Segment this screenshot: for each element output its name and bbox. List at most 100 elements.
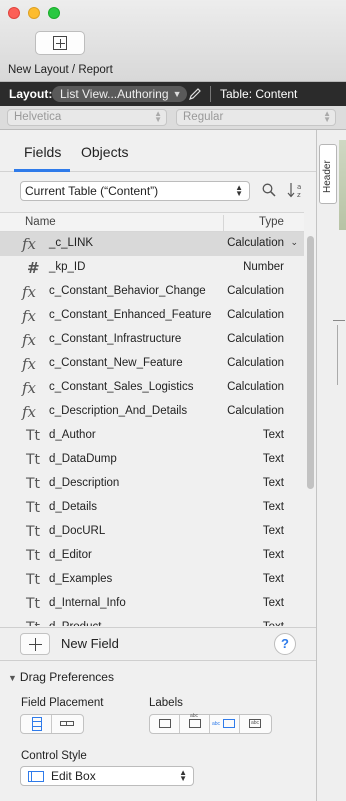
- edit-box-icon: [28, 771, 44, 782]
- layout-bar: Layout: List View...Authoring ▼ Table: C…: [0, 82, 346, 106]
- labels-label: Labels: [149, 697, 183, 709]
- field-row[interactable]: fx c_Constant_New_Feature Calculation: [0, 352, 304, 376]
- updown-icon: ▲ ▼: [179, 768, 187, 783]
- help-button[interactable]: ?: [274, 633, 296, 655]
- vertical-layout-icon: [32, 717, 42, 731]
- search-icon[interactable]: [262, 183, 276, 197]
- column-header-type[interactable]: Type: [259, 216, 284, 228]
- pencil-icon[interactable]: [188, 87, 202, 101]
- scrollbar-thumb[interactable]: [307, 236, 314, 489]
- minimize-window-button[interactable]: [28, 7, 40, 19]
- sort-icon[interactable]: a z: [286, 180, 306, 200]
- drag-preferences-toggle[interactable]: ▼ Drag Preferences: [8, 670, 114, 684]
- title-bar: New Layout / Report: [0, 0, 346, 82]
- drag-preferences: ▼ Drag Preferences Field Placement Labels: [0, 660, 316, 801]
- field-name: d_Details: [49, 501, 97, 513]
- layout-mode-window: New Layout / Report Layout: List View...…: [0, 0, 346, 801]
- calculation-icon: fx: [22, 283, 37, 301]
- header-part-tab[interactable]: Header: [319, 144, 337, 204]
- field-name: c_Constant_Sales_Logistics: [49, 381, 194, 393]
- labels-inside-button[interactable]: [240, 715, 270, 733]
- labels-none-button[interactable]: [150, 715, 180, 733]
- new-layout-button[interactable]: [35, 31, 85, 55]
- field-placement-control: [20, 714, 84, 734]
- layout-selector[interactable]: List View...Authoring ▼: [52, 86, 187, 102]
- field-name: d_Author: [49, 429, 96, 441]
- field-row[interactable]: Tt d_Author Text: [0, 424, 304, 448]
- layout-label: Layout:: [9, 87, 53, 101]
- field-name: c_Constant_Infrastructure: [49, 333, 182, 345]
- field-name: d_DataDump: [49, 453, 117, 465]
- calculation-icon: fx: [22, 307, 37, 325]
- field-name: c_Constant_Enhanced_Feature: [49, 309, 212, 321]
- table-select[interactable]: Current Table (“Content”) ▲ ▼: [20, 181, 250, 201]
- field-row[interactable]: Tt d_DataDump Text: [0, 448, 304, 472]
- field-name: d_Internal_Info: [49, 597, 126, 609]
- text-icon: Tt: [26, 476, 41, 492]
- new-field-label[interactable]: New Field: [61, 636, 119, 651]
- field-name: c_Description_And_Details: [49, 405, 188, 417]
- column-header-name[interactable]: Name: [25, 216, 56, 228]
- field-row[interactable]: Tt d_Internal_Info Text: [0, 592, 304, 616]
- labels-left-button[interactable]: [210, 715, 240, 733]
- field-type: Text: [262, 525, 284, 537]
- field-type: Calculation: [227, 333, 284, 345]
- field-row[interactable]: fx c_Description_And_Details Calculation: [0, 400, 304, 424]
- zoom-window-button[interactable]: [48, 7, 60, 19]
- placement-horizontal-button[interactable]: [52, 715, 83, 733]
- field-type: Calculation: [227, 237, 284, 249]
- text-icon: Tt: [26, 618, 50, 626]
- field-type: Calculation: [227, 381, 284, 393]
- text-icon: Tt: [26, 572, 41, 588]
- field-name: d_Description: [49, 477, 120, 489]
- tab-fields[interactable]: Fields: [24, 144, 61, 160]
- field-type: Text: [262, 597, 284, 609]
- field-picker-panel: Fields Objects Current Table (“Content”)…: [0, 130, 316, 801]
- text-icon: Tt: [26, 452, 41, 468]
- field-row[interactable]: Tt d_Details Text: [0, 496, 304, 520]
- disclosure-triangle-icon: ▼: [8, 673, 17, 683]
- updown-icon: ▲ ▼: [154, 109, 162, 124]
- field-row[interactable]: fx c_Constant_Sales_Logistics Calculation: [0, 376, 304, 400]
- labels-position-control: [149, 713, 272, 734]
- control-style-value: Edit Box: [51, 769, 96, 783]
- field-row[interactable]: Ttd_Product Text: [0, 616, 304, 626]
- field-row[interactable]: fx c_Constant_Behavior_Change Calculation: [0, 280, 304, 304]
- panel-tabs: Fields Objects: [0, 130, 316, 172]
- field-placement-label: Field Placement: [21, 697, 104, 709]
- field-row[interactable]: Tt d_Examples Text: [0, 568, 304, 592]
- chevron-down-icon[interactable]: ⌄: [290, 237, 298, 248]
- field-row[interactable]: Tt d_Description Text: [0, 472, 304, 496]
- add-field-button[interactable]: [20, 633, 50, 655]
- field-name: d_Examples: [49, 573, 113, 585]
- field-type: Text: [263, 621, 284, 626]
- field-row[interactable]: # _kp_ID Number: [0, 256, 304, 280]
- no-label-icon: [159, 719, 171, 728]
- text-icon: Tt: [26, 596, 41, 612]
- updown-icon: ▲ ▼: [235, 183, 243, 198]
- svg-text:a: a: [297, 183, 301, 191]
- field-row[interactable]: fx c_Constant_Infrastructure Calculation: [0, 328, 304, 352]
- field-name: d_Editor: [49, 549, 92, 561]
- field-row[interactable]: fx c_Constant_Enhanced_Feature Calculation: [0, 304, 304, 328]
- field-list[interactable]: fx _c_LINK Calculation ⌄ # _kp_ID Number fx c_Co…: [0, 232, 304, 626]
- field-row[interactable]: Tt d_Editor Text: [0, 544, 304, 568]
- new-field-bar: New Field ?: [0, 627, 316, 659]
- field-name: c_Constant_Behavior_Change: [49, 285, 206, 297]
- tab-objects[interactable]: Objects: [81, 144, 128, 160]
- control-style-select[interactable]: Edit Box ▲ ▼: [20, 766, 194, 786]
- font-style-value: Regular: [183, 111, 224, 123]
- close-window-button[interactable]: [8, 7, 20, 19]
- placement-vertical-button[interactable]: [21, 715, 52, 733]
- field-type: Calculation: [227, 405, 284, 417]
- font-family-select[interactable]: Helvetica ▲ ▼: [7, 109, 167, 126]
- field-row[interactable]: Tt d_DocURL Text: [0, 520, 304, 544]
- field-list-scrollbar[interactable]: [305, 232, 315, 626]
- labels-top-button[interactable]: [180, 713, 210, 733]
- font-style-select[interactable]: Regular ▲ ▼: [176, 109, 336, 126]
- calculation-icon: fx: [22, 355, 37, 373]
- field-list-header: Name Type: [0, 212, 304, 232]
- field-row[interactable]: fx _c_LINK Calculation ⌄: [0, 232, 304, 256]
- layout-canvas-edge: Header: [316, 130, 346, 801]
- label-inside-icon: [249, 719, 261, 728]
